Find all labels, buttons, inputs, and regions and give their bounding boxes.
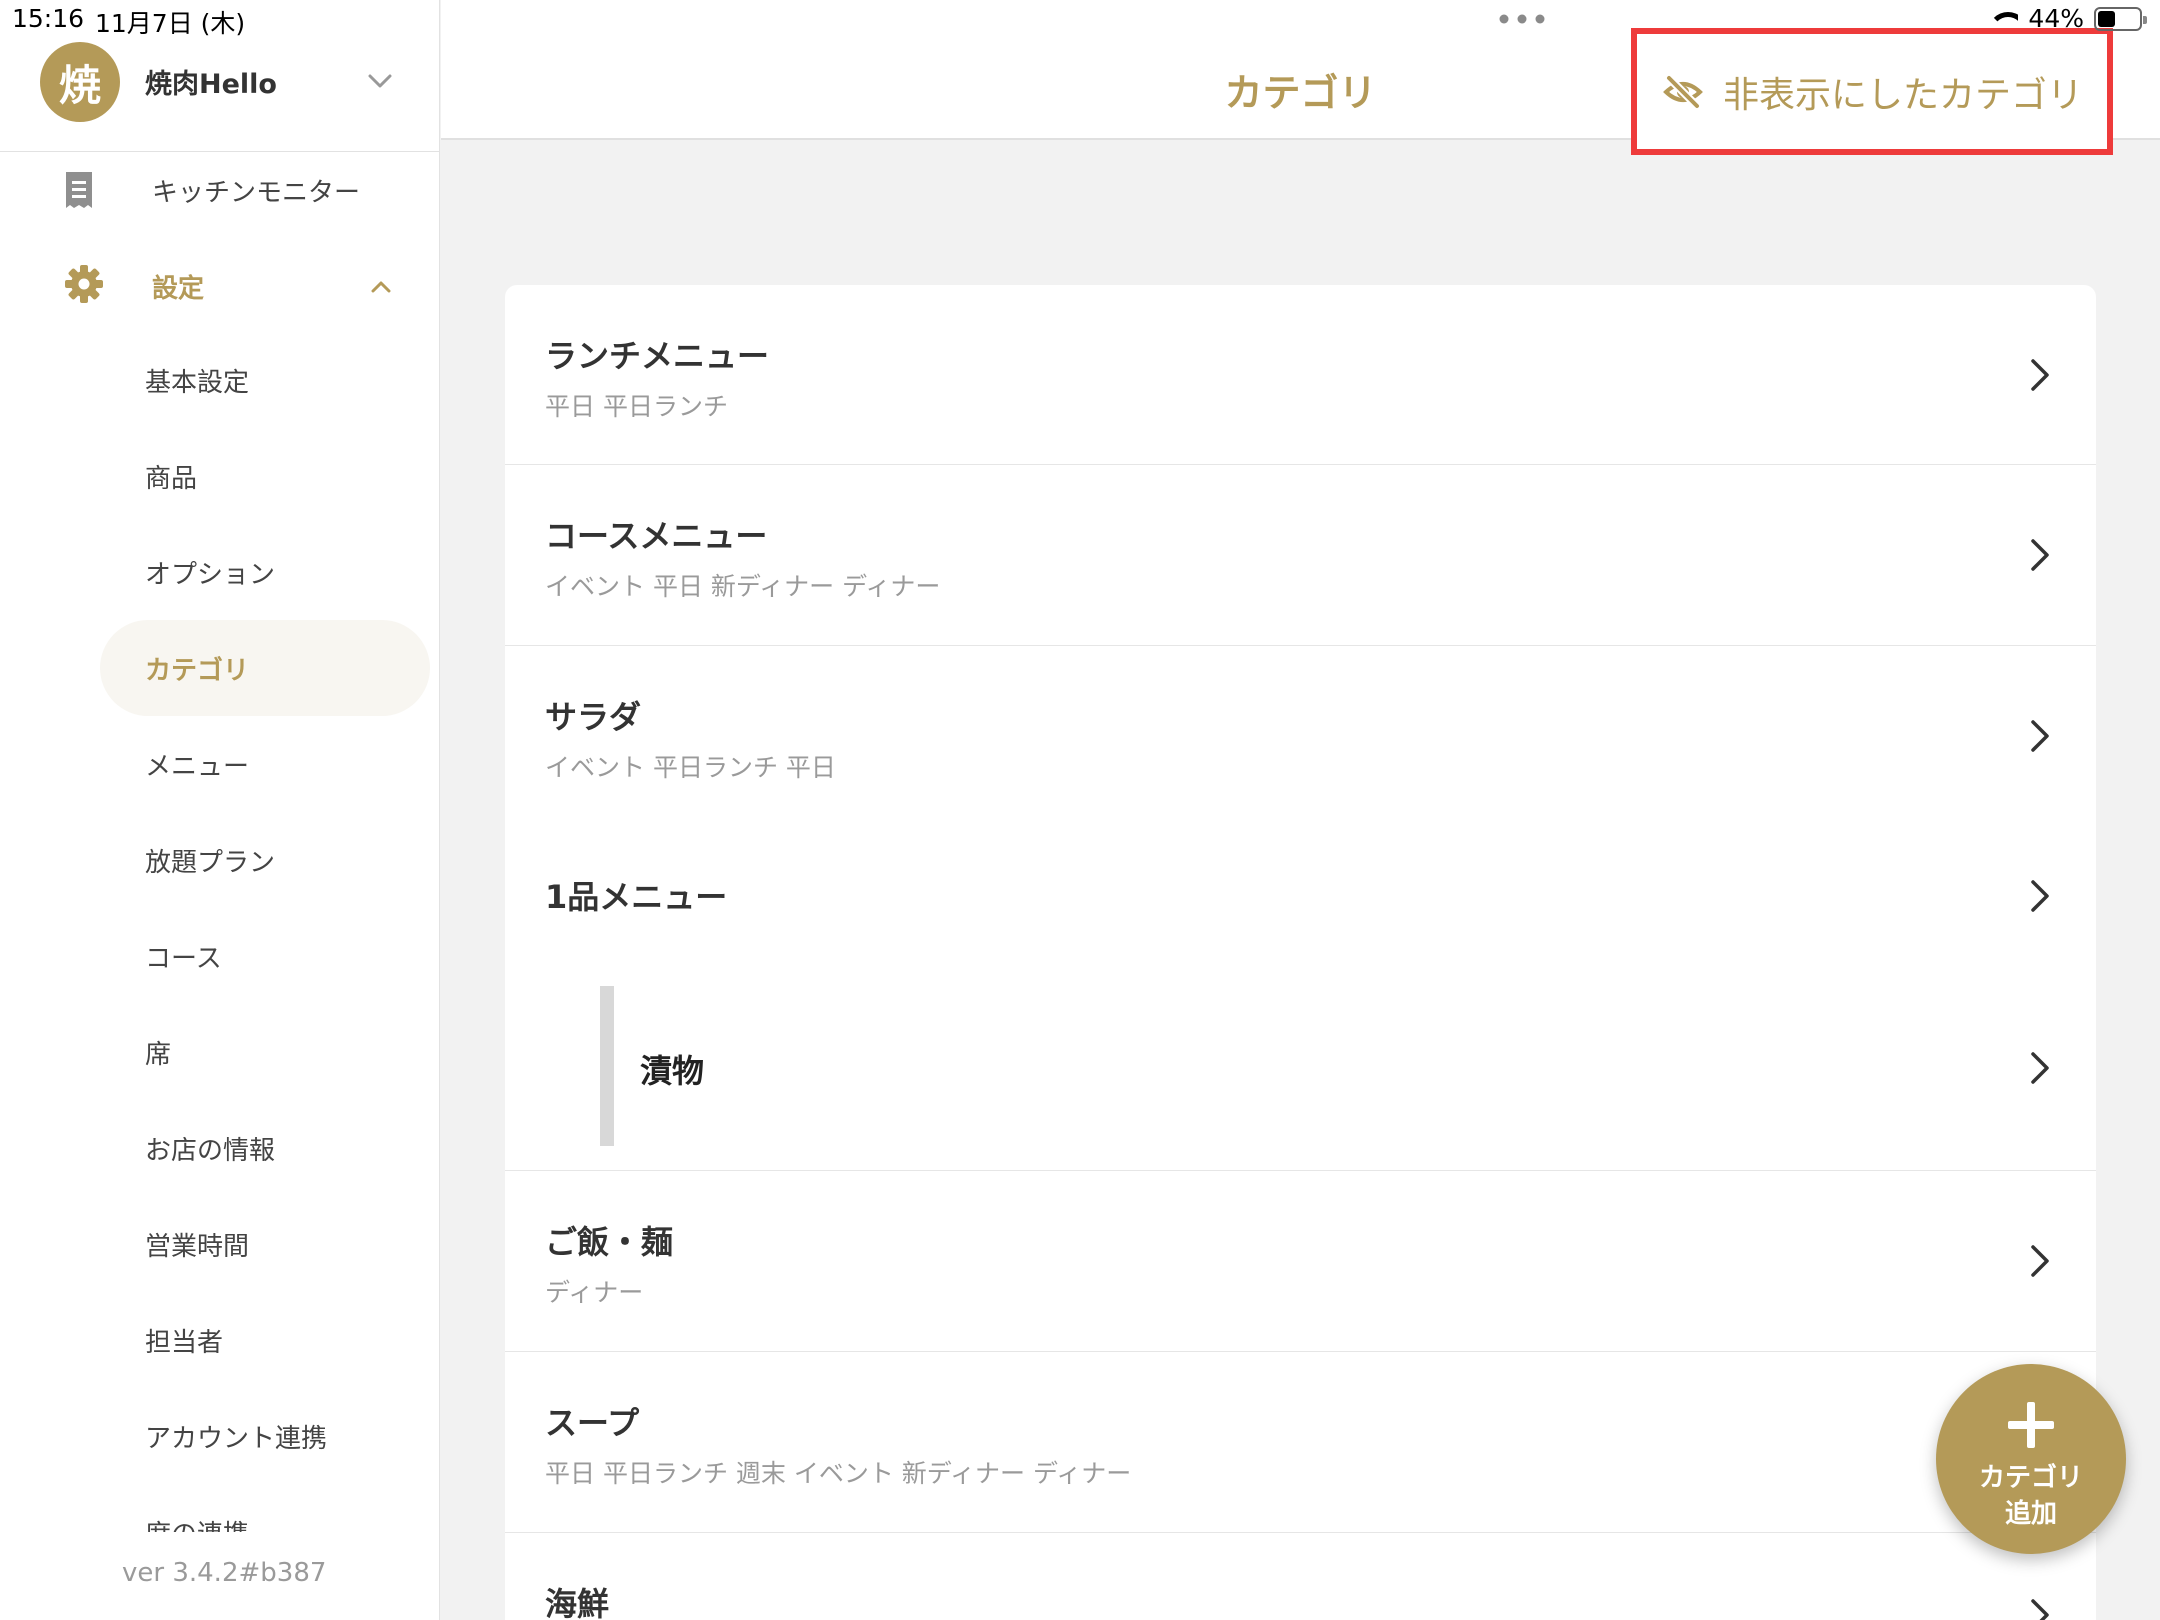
category-row[interactable]: 海鮮 xyxy=(505,1533,2096,1620)
category-tags: イベント 平日 新ディナー ディナー xyxy=(545,572,941,601)
subcategory-name: 漬物 xyxy=(640,1052,705,1090)
category-row[interactable]: ランチメニュー 平日 平日ランチ xyxy=(505,285,2096,465)
category-row[interactable]: サラダ イベント 平日ランチ 平日 xyxy=(505,646,2096,826)
gear-icon xyxy=(65,265,103,303)
more-dots-icon[interactable] xyxy=(1499,14,1545,24)
category-name: コースメニュー xyxy=(545,517,768,555)
plus-icon xyxy=(2008,1402,2054,1448)
store-switcher[interactable]: 焼 焼肉Hello xyxy=(0,30,440,152)
category-name: スープ xyxy=(545,1404,640,1442)
chevron-right-icon xyxy=(2031,1052,2049,1084)
category-tags: 平日 平日ランチ 週末 イベント 新ディナー ディナー xyxy=(545,1459,1132,1488)
category-tags: 平日 平日ランチ xyxy=(545,392,728,421)
category-row[interactable]: スープ 平日 平日ランチ 週末 イベント 新ディナー ディナー xyxy=(505,1352,2096,1533)
category-name: ランチメニュー xyxy=(545,337,770,375)
sidebar-item-label: キッチンモニター xyxy=(152,178,361,208)
main-header: カテゴリ 非表示にしたカテゴリ xyxy=(441,0,2160,155)
chevron-up-icon xyxy=(371,281,391,293)
chevron-right-icon xyxy=(2031,720,2049,752)
sidebar-item-account-link[interactable]: アカウント連携 xyxy=(100,1388,430,1484)
chevron-right-icon xyxy=(2031,359,2049,391)
sidebar-item-category[interactable]: カテゴリ xyxy=(100,620,430,716)
category-name: ご飯・麺 xyxy=(545,1223,674,1261)
sidebar-item-menu[interactable]: メニュー xyxy=(100,716,430,812)
subcategory-indent-bar xyxy=(600,986,614,1146)
chevron-down-icon xyxy=(368,74,392,88)
sidebar-item-all-you-can-plan[interactable]: 放題プラン xyxy=(100,812,430,908)
add-category-label-line2: 追加 xyxy=(2004,1499,2057,1529)
category-tags: イベント 平日ランチ 平日 xyxy=(545,753,836,782)
category-row[interactable]: ご飯・麺 ディナー xyxy=(505,1171,2096,1352)
sidebar-item-seat[interactable]: 席 xyxy=(100,1004,430,1100)
chevron-right-icon xyxy=(2031,880,2049,912)
sidebar-item-seat-link[interactable]: 席の連携 xyxy=(100,1484,430,1533)
sidebar-item-basic-settings[interactable]: 基本設定 xyxy=(100,332,430,428)
sidebar-item-business-hours[interactable]: 営業時間 xyxy=(100,1196,430,1292)
chevron-right-icon xyxy=(2031,1599,2049,1620)
sidebar-item-store-info[interactable]: お店の情報 xyxy=(100,1100,430,1196)
category-row[interactable]: コースメニュー イベント 平日 新ディナー ディナー xyxy=(505,465,2096,646)
sidebar-item-label: 設定 xyxy=(152,274,205,304)
sidebar-item-products[interactable]: 商品 xyxy=(100,428,430,524)
hidden-categories-button[interactable]: 非表示にしたカテゴリ xyxy=(1631,28,2113,155)
hidden-categories-label: 非表示にしたカテゴリ xyxy=(1723,74,2084,116)
add-category-label: カテゴリ 追加 xyxy=(1936,1460,2126,1532)
chevron-right-icon xyxy=(2031,539,2049,571)
store-name: 焼肉Hello xyxy=(145,69,277,100)
chevron-right-icon xyxy=(2031,1245,2049,1277)
subcategory-row[interactable]: 漬物 xyxy=(505,986,2096,1171)
category-list: ランチメニュー 平日 平日ランチ コースメニュー イベント 平日 新ディナー デ… xyxy=(505,285,2096,1620)
eye-off-icon xyxy=(1663,74,1703,109)
add-category-label-line1: カテゴリ xyxy=(1978,1463,2083,1493)
sidebar-item-options[interactable]: オプション xyxy=(100,524,430,620)
sidebar-clip: 席の連携 xyxy=(100,1484,430,1533)
sidebar-item-kitchen-monitor[interactable]: キッチンモニター xyxy=(0,140,440,236)
sidebar-item-staff[interactable]: 担当者 xyxy=(100,1292,430,1388)
category-row[interactable]: 1品メニュー xyxy=(505,826,2096,976)
sidebar: 焼 焼肉Hello キッチンモニター 設定 基本設定 商品 オプション カテゴリ… xyxy=(0,0,440,1620)
category-name: サラダ xyxy=(545,698,642,736)
add-category-button[interactable]: カテゴリ 追加 xyxy=(1936,1364,2126,1554)
app-version: ver 3.4.2#b387 xyxy=(122,1558,327,1588)
category-name: 海鮮 xyxy=(545,1585,610,1620)
sidebar-item-settings[interactable]: 設定 xyxy=(0,236,440,332)
category-name: 1品メニュー xyxy=(545,878,728,916)
store-avatar: 焼 xyxy=(40,42,120,122)
receipt-icon xyxy=(66,172,92,208)
category-tags: ディナー xyxy=(545,1278,644,1307)
sidebar-item-course[interactable]: コース xyxy=(100,908,430,1004)
